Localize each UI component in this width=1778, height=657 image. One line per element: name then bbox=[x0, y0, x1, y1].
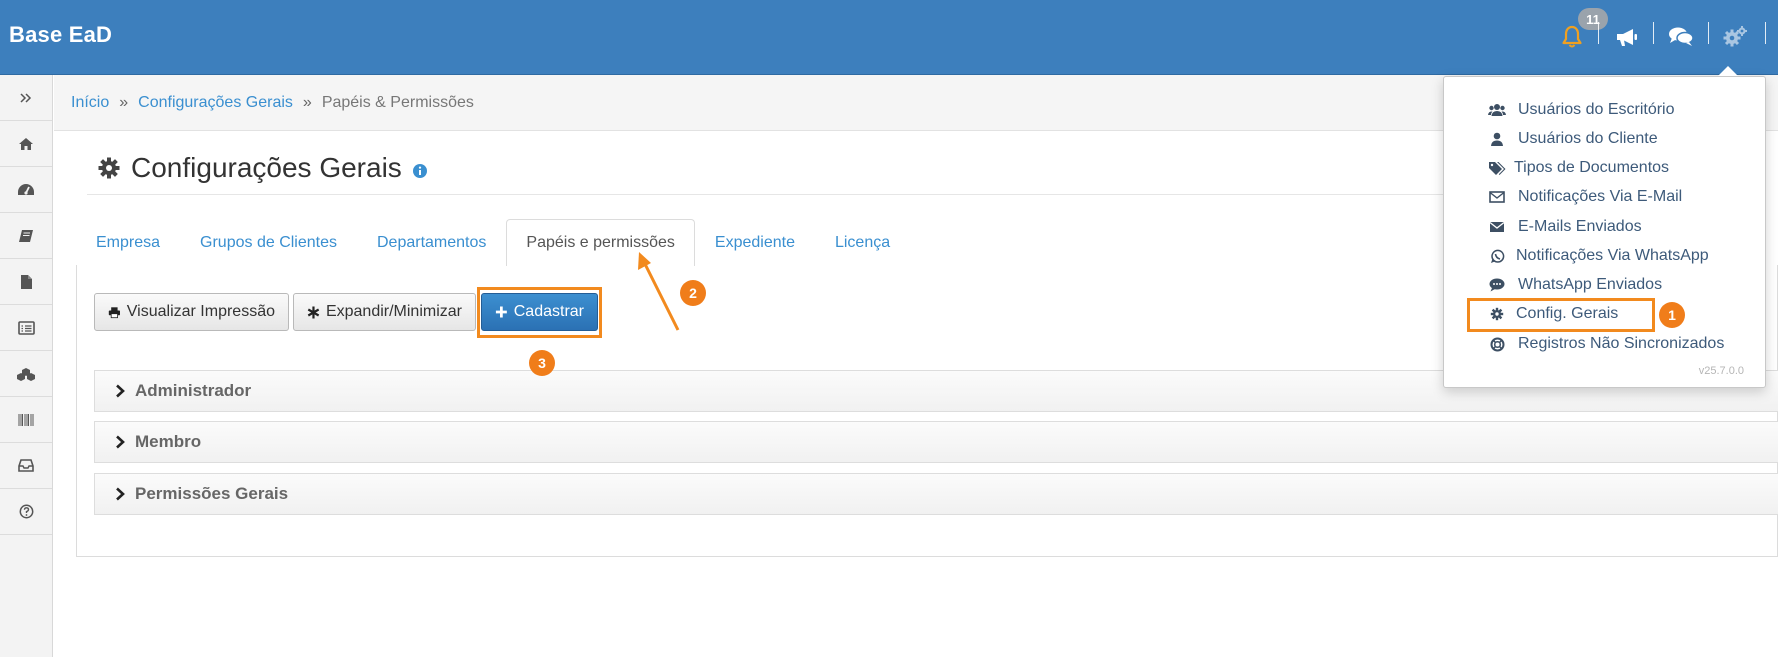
accordion-label: Administrador bbox=[135, 381, 252, 400]
breadcrumb-config-link[interactable]: Configurações Gerais bbox=[138, 94, 293, 112]
sidebar-toggle[interactable] bbox=[0, 75, 52, 121]
book-icon bbox=[19, 229, 33, 242]
page-title-text: Configurações Gerais bbox=[131, 152, 402, 183]
home-icon bbox=[19, 137, 33, 150]
asterisk-icon bbox=[307, 306, 320, 318]
envelope-icon bbox=[1488, 218, 1506, 236]
navbar-divider bbox=[1765, 22, 1766, 44]
print-preview-button[interactable]: Visualizar Impressão bbox=[94, 293, 289, 331]
settings-tabs: Empresa Grupos de Clientes Departamentos… bbox=[76, 219, 910, 266]
step-1-badge: 1 bbox=[1659, 302, 1685, 328]
app-version: v25.7.0.0 bbox=[1698, 365, 1744, 377]
menu-item-tipos-documentos[interactable]: Tipos de Documentos bbox=[1488, 159, 1669, 177]
menu-item-label: Usuários do Cliente bbox=[1518, 130, 1658, 147]
cadastrar-button[interactable]: Cadastrar bbox=[481, 293, 598, 331]
user-icon bbox=[1488, 130, 1506, 148]
notification-count-badge: 11 bbox=[1578, 8, 1608, 30]
menu-item-label: Notificações Via E-Mail bbox=[1518, 188, 1683, 205]
navbar-divider bbox=[1598, 22, 1599, 44]
settings-dropdown-menu: Usuários do Escritório Usuários do Clien… bbox=[1443, 76, 1766, 388]
sidebar-item-home[interactable] bbox=[0, 121, 52, 167]
menu-item-label: Tipos de Documentos bbox=[1514, 159, 1670, 176]
envelope-outline-icon bbox=[1488, 188, 1506, 206]
breadcrumb-separator: » bbox=[119, 94, 129, 111]
menu-item-notificacoes-email[interactable]: Notificações Via E-Mail bbox=[1488, 188, 1682, 206]
megaphone-icon[interactable] bbox=[1612, 22, 1642, 52]
life-ring-icon bbox=[1488, 335, 1506, 353]
print-preview-label: Visualizar Impressão bbox=[126, 303, 275, 320]
dropdown-caret bbox=[1718, 66, 1738, 76]
accordion-label: Membro bbox=[135, 432, 202, 451]
sidebar-item-barcode[interactable] bbox=[0, 397, 52, 443]
menu-item-label: Usuários do Escritório bbox=[1518, 101, 1675, 118]
title-divider bbox=[87, 194, 1447, 195]
accordion-membro[interactable]: Membro bbox=[94, 421, 1778, 463]
tab-grupos-de-clientes[interactable]: Grupos de Clientes bbox=[180, 219, 357, 265]
gear-icon bbox=[1488, 305, 1506, 323]
tags-icon bbox=[1488, 159, 1506, 177]
step-3-badge: 3 bbox=[529, 350, 555, 376]
plus-icon bbox=[495, 306, 507, 318]
tab-expediente[interactable]: Expediente bbox=[695, 219, 815, 265]
sidebar-item-list[interactable] bbox=[0, 305, 52, 351]
tab-departamentos[interactable]: Departamentos bbox=[357, 219, 506, 265]
accordion-permissoes-gerais[interactable]: Permissões Gerais bbox=[94, 473, 1778, 515]
double-chevron-right-icon bbox=[20, 92, 32, 103]
page-title: Configurações Gerais bbox=[97, 152, 428, 184]
menu-item-label: Notificações Via WhatsApp bbox=[1516, 247, 1709, 264]
menu-item-label: Config. Gerais bbox=[1516, 305, 1619, 322]
menu-item-label: WhatsApp Enviados bbox=[1518, 276, 1663, 293]
cadastrar-label: Cadastrar bbox=[513, 303, 584, 320]
tab-licenca[interactable]: Licença bbox=[815, 219, 910, 265]
cogs-icon[interactable] bbox=[1720, 22, 1750, 52]
chevron-right-icon bbox=[115, 384, 129, 398]
menu-item-usuarios-escritorio[interactable]: Usuários do Escritório bbox=[1488, 101, 1675, 119]
sidebar-item-book[interactable] bbox=[0, 213, 52, 259]
info-icon bbox=[412, 164, 427, 178]
app-brand[interactable]: Base EaD bbox=[9, 22, 112, 48]
menu-item-config-gerais[interactable]: Config. Gerais bbox=[1488, 305, 1618, 323]
breadcrumb-home-link[interactable]: Início bbox=[71, 94, 109, 112]
navbar-divider bbox=[1708, 22, 1709, 44]
accordion-label: Permissões Gerais bbox=[135, 484, 289, 503]
navbar-divider bbox=[1653, 22, 1654, 44]
chat-icon[interactable] bbox=[1666, 22, 1696, 52]
whatsapp-icon bbox=[1488, 247, 1506, 265]
menu-item-label: E-Mails Enviados bbox=[1518, 218, 1642, 235]
comment-dots-icon bbox=[1488, 276, 1506, 294]
expand-collapse-button[interactable]: Expandir/Minimizar bbox=[293, 293, 476, 331]
gear-icon bbox=[98, 157, 120, 179]
sidebar bbox=[0, 75, 53, 657]
breadcrumb-current: Papéis & Permissões bbox=[321, 94, 474, 111]
menu-item-registros-nao-sincronizados[interactable]: Registros Não Sincronizados bbox=[1488, 335, 1724, 353]
breadcrumb: Início » Configurações Gerais » Papéis &… bbox=[71, 94, 474, 112]
inbox-icon bbox=[18, 459, 34, 472]
list-alt-icon bbox=[17, 320, 35, 335]
top-navbar: Base EaD 11 bbox=[0, 0, 1778, 75]
sidebar-item-help[interactable] bbox=[0, 489, 52, 535]
sidebar-item-modules[interactable] bbox=[0, 351, 52, 397]
menu-item-whatsapp-enviados[interactable]: WhatsApp Enviados bbox=[1488, 276, 1662, 294]
print-icon bbox=[108, 306, 120, 318]
expand-collapse-label: Expandir/Minimizar bbox=[325, 303, 462, 320]
sidebar-item-documents[interactable] bbox=[0, 259, 52, 305]
sidebar-item-inbox[interactable] bbox=[0, 443, 52, 489]
menu-item-label: Registros Não Sincronizados bbox=[1518, 335, 1725, 352]
users-icon bbox=[1488, 101, 1506, 119]
file-icon bbox=[20, 274, 32, 289]
chevron-right-icon bbox=[115, 487, 129, 501]
sidebar-item-dashboard[interactable] bbox=[0, 167, 52, 213]
annotation-arrow bbox=[638, 252, 680, 331]
breadcrumb-separator: » bbox=[302, 94, 312, 111]
cubes-icon bbox=[17, 367, 35, 381]
step-2-badge: 2 bbox=[680, 280, 706, 306]
menu-item-usuarios-cliente[interactable]: Usuários do Cliente bbox=[1488, 130, 1658, 148]
barcode-icon bbox=[18, 413, 34, 426]
chevron-right-icon bbox=[115, 435, 129, 449]
menu-item-emails-enviados[interactable]: E-Mails Enviados bbox=[1488, 218, 1642, 236]
tab-empresa[interactable]: Empresa bbox=[76, 219, 180, 265]
dashboard-icon bbox=[18, 183, 34, 195]
help-icon bbox=[19, 504, 33, 519]
menu-item-notificacoes-whatsapp[interactable]: Notificações Via WhatsApp bbox=[1488, 247, 1709, 265]
